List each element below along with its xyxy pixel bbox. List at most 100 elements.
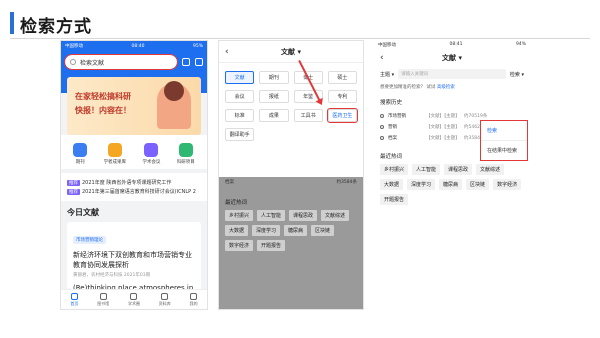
news-item[interactable]: 推荐 2021年度 陕西省外语专项课题研究工作 (67, 179, 201, 186)
category-option[interactable]: 报纸 (259, 90, 289, 103)
hot-word-chip[interactable]: 人工智能 (412, 164, 441, 175)
search-title[interactable]: 文献 ▾ (442, 53, 462, 63)
category-option[interactable]: 工具书 (293, 109, 323, 122)
battery: 94% (515, 42, 526, 47)
phone-home-screen: 中国移动 08:40 95% 检索文献 在家轻松搞科研 快报！内容在！ 期刊 学… (60, 40, 208, 310)
category-option[interactable]: 期刊 (259, 71, 289, 84)
search-input[interactable]: 检索文献 (64, 54, 178, 70)
conference-icon (144, 143, 159, 157)
hot-word-chip[interactable]: 深度学习 (252, 225, 281, 236)
hot-word-chip[interactable]: 糖尿病 (439, 179, 463, 190)
picker-topbar: ‹ 文献 ▾ (219, 41, 363, 63)
hot-word-chip[interactable]: 大数据 (225, 225, 249, 236)
keyword-input[interactable]: 请输入关键词 (398, 69, 506, 79)
category-option[interactable]: 翻译助手 (225, 128, 255, 141)
hot-word-chip[interactable]: 开题报告 (257, 240, 286, 251)
history-item[interactable]: 市场营销 【文献】【主题】 约70519条 (380, 113, 524, 119)
advanced-search-link[interactable]: 高级检索 (437, 85, 455, 90)
history-count: 约70519条 (464, 114, 488, 119)
picker-title[interactable]: 文献 ▾ (281, 47, 301, 57)
status-bar: 中国移动 08:41 94% (374, 40, 530, 50)
history-name: 档案 (388, 136, 397, 141)
dropdown-option-search[interactable]: 检索 (481, 121, 527, 140)
scholar-icon (107, 143, 122, 157)
news-item[interactable]: 推荐 2021年第三届首席语言教育科技研讨会议(ICNLP 2 (67, 188, 201, 195)
history-name: 档案 (225, 180, 234, 185)
hot-word-chip[interactable]: 文献综述 (476, 164, 505, 175)
history-row: 档案 约3584条 (225, 179, 357, 190)
field-select[interactable]: 主题 ▾ (380, 71, 394, 78)
hot-word-chip[interactable]: 人工智能 (257, 210, 286, 221)
feature-project[interactable]: 科研项目 (177, 143, 195, 165)
category-option[interactable]: 文献 (225, 71, 255, 84)
category-option[interactable]: 专利 (327, 90, 357, 103)
tab-label: 首页 (70, 300, 79, 306)
category-option[interactable]: 成果 (259, 109, 289, 122)
hot-word-chip[interactable]: 数字经济 (225, 240, 254, 251)
advanced-tip: 想要更加精准的检索？ 试试 高级检索 (374, 82, 530, 92)
hot-word-chip[interactable]: 数字经济 (493, 179, 522, 190)
clock-icon (380, 136, 384, 140)
hot-words-title: 最近热词 (225, 200, 248, 206)
news-list: 推荐 2021年度 陕西省外语专项课题研究工作 推荐 2021年第三届首席语言教育科… (61, 173, 207, 201)
search-mode-select[interactable]: 检索 ▾ (510, 71, 524, 78)
news-text: 2021年第三届首席语言教育科技研讨会议(ICNLP 2 (82, 189, 196, 195)
bottom-tabbar: 首页 图书馆 学术圈 资料库 我的 (61, 289, 207, 309)
user-icon (190, 292, 198, 300)
tab-label: 资料库 (158, 300, 171, 306)
history-type: 【文献】【主题】 (426, 125, 460, 130)
hot-word-chip[interactable]: 乡村振兴 (225, 210, 254, 221)
dropdown-option-search-in-results[interactable]: 在结果中检索 (481, 140, 527, 160)
query-row: 主题 ▾ 请输入关键词 检索 ▾ (374, 66, 530, 82)
promo-banner[interactable]: 在家轻松搞科研 快报！内容在！ (67, 77, 201, 135)
search-mode-dropdown: 检索 在结果中检索 (480, 120, 528, 161)
status-bar: 中国移动 08:40 95% (65, 43, 203, 51)
tab-home[interactable]: 首页 (70, 292, 79, 307)
hot-word-chip[interactable]: 糖尿病 (284, 225, 308, 236)
dim-overlay[interactable]: 档案 约3584条 最近热词 乡村振兴 人工智能 课程思政 文献综述 大数据 深… (219, 177, 363, 309)
hot-word-chip[interactable]: 大数据 (380, 179, 404, 190)
banner-illustration (157, 81, 191, 129)
history-name: 市场营销 (388, 114, 406, 119)
battery: 95% (192, 44, 203, 49)
search-placeholder: 检索文献 (80, 59, 105, 67)
tab-me[interactable]: 我的 (190, 292, 198, 307)
hot-word-chip[interactable]: 课程思政 (289, 210, 318, 221)
category-option[interactable]: 标准 (225, 109, 255, 122)
scan-icon[interactable] (182, 58, 190, 66)
slide-title: 检索方式 (20, 17, 92, 37)
tab-academic[interactable]: 学术圈 (128, 292, 140, 307)
hot-word-chip[interactable]: 深度学习 (407, 179, 436, 190)
clock: 08:41 (449, 42, 463, 47)
hot-word-chip[interactable]: 区块链 (466, 179, 490, 190)
category-option[interactable]: 会议 (225, 90, 255, 103)
feature-label: 学者成果库 (103, 160, 127, 165)
back-icon[interactable]: ‹ (380, 53, 384, 63)
tab-library[interactable]: 图书馆 (97, 292, 109, 307)
feature-icons: 期刊 学者成果库 学术会议 科研项目 (61, 135, 207, 169)
database-icon (161, 292, 169, 300)
feature-journal[interactable]: 期刊 (73, 143, 88, 165)
message-icon[interactable] (195, 58, 203, 66)
phone-search-screen: 中国移动 08:41 94% ‹ 文献 ▾ 主题 ▾ 请输入关键词 检索 ▾ 想… (374, 40, 530, 310)
tab-database[interactable]: 资料库 (158, 292, 171, 307)
search-topbar: ‹ 文献 ▾ (374, 50, 530, 66)
news-text: 2021年度 陕西省外语专项课题研究工作 (82, 180, 172, 186)
category-option[interactable]: 硕士 (327, 71, 357, 84)
hot-words: 乡村振兴 人工智能 课程思政 文献综述 大数据 深度学习 糖尿病 区块链 数字经… (374, 162, 530, 207)
clock-icon (380, 114, 384, 118)
home-icon (70, 292, 78, 300)
history-type: 【文献】【主题】 (426, 114, 460, 119)
feature-label: 期刊 (75, 160, 85, 165)
hot-word-chip[interactable]: 开题报告 (380, 194, 409, 205)
hot-word-chip[interactable]: 课程思政 (444, 164, 473, 175)
category-option-highlighted[interactable]: 医药卫生 (326, 108, 359, 123)
feature-conference[interactable]: 学术会议 (142, 143, 160, 165)
back-icon[interactable]: ‹ (225, 47, 229, 57)
hot-word-chip[interactable]: 区块链 (311, 225, 335, 236)
hot-word-chip[interactable]: 乡村振兴 (380, 164, 409, 175)
hot-word-chip[interactable]: 文献综述 (321, 210, 350, 221)
clock-icon (380, 125, 384, 129)
feature-scholar[interactable]: 学者成果库 (103, 143, 127, 165)
slide: 检索方式 中国移动 08:40 95% 检索文献 在家轻松搞科研 快报！内容在！ (0, 0, 600, 338)
